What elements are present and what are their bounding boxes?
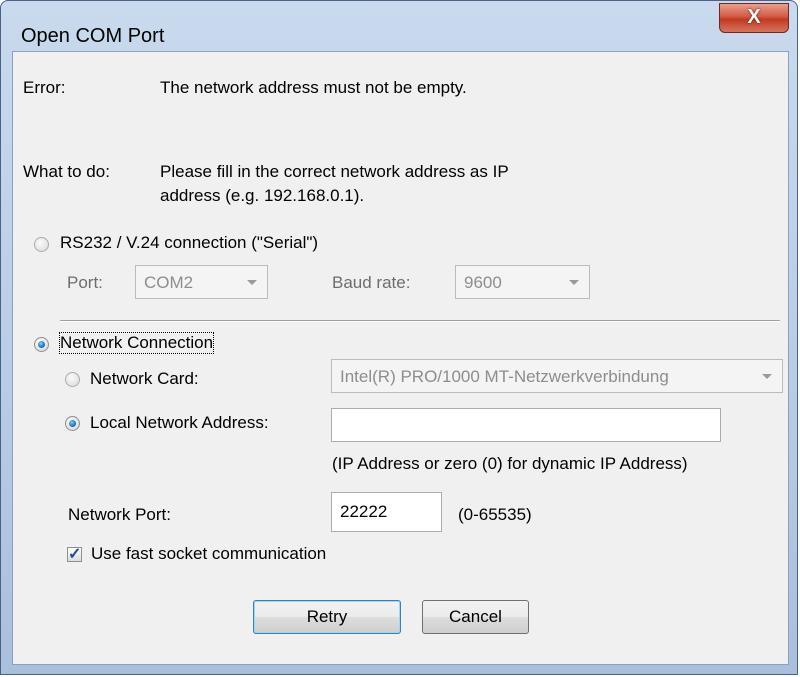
close-icon: X xyxy=(747,6,761,28)
todo-line-2: address (e.g. 192.168.0.1). xyxy=(160,186,365,205)
todo-label: What to do: xyxy=(23,162,110,181)
serial-port-label: Port: xyxy=(67,273,103,292)
dialog-client-area: Error: The network address must not be e… xyxy=(12,51,789,665)
baud-rate-label: Baud rate: xyxy=(332,273,411,292)
section-divider xyxy=(60,320,780,322)
network-card-radio[interactable] xyxy=(65,372,80,387)
serial-radio[interactable] xyxy=(34,237,49,252)
local-address-input-box[interactable] xyxy=(331,408,721,442)
error-label: Error: xyxy=(23,78,66,97)
title-bar[interactable]: Open COM Port X xyxy=(1,1,797,55)
retry-button[interactable]: Retry xyxy=(253,600,401,634)
fast-socket-checkbox[interactable]: ✓ xyxy=(67,546,82,563)
local-address-input[interactable] xyxy=(332,409,720,441)
serial-port-combo[interactable]: COM2 xyxy=(135,265,268,299)
chevron-down-icon xyxy=(569,280,579,285)
local-address-radio[interactable] xyxy=(65,416,80,431)
network-card-label[interactable]: Network Card: xyxy=(90,369,199,389)
chevron-down-icon xyxy=(247,280,257,285)
network-card-value: Intel(R) PRO/1000 MT-Netzwerkverbindung xyxy=(340,367,669,386)
error-message: The network address must not be empty. xyxy=(160,78,467,97)
fast-socket-label[interactable]: Use fast socket communication xyxy=(91,544,326,564)
serial-radio-label[interactable]: RS232 / V.24 connection ("Serial") xyxy=(60,233,318,253)
window-title: Open COM Port xyxy=(21,25,165,47)
network-port-input[interactable] xyxy=(332,493,441,531)
network-radio[interactable] xyxy=(34,337,49,352)
network-port-label: Network Port: xyxy=(68,505,171,524)
checkmark-icon: ✓ xyxy=(68,546,82,563)
close-button[interactable]: X xyxy=(719,3,789,33)
network-radio-label[interactable]: Network Connection xyxy=(58,332,215,354)
network-port-range: (0-65535) xyxy=(458,505,532,524)
dialog-window: Open COM Port X Error: The network addre… xyxy=(0,0,798,675)
todo-line-1: Please fill in the correct network addre… xyxy=(160,162,509,181)
baud-rate-combo[interactable]: 9600 xyxy=(455,265,590,299)
network-port-input-box[interactable] xyxy=(331,492,442,532)
local-address-label[interactable]: Local Network Address: xyxy=(90,413,269,433)
cancel-button[interactable]: Cancel xyxy=(422,600,529,634)
chevron-down-icon xyxy=(762,374,772,379)
network-card-combo[interactable]: Intel(R) PRO/1000 MT-Netzwerkverbindung xyxy=(331,359,783,393)
local-address-hint: (IP Address or zero (0) for dynamic IP A… xyxy=(332,454,688,473)
baud-rate-value: 9600 xyxy=(464,273,502,292)
serial-port-value: COM2 xyxy=(144,273,194,292)
